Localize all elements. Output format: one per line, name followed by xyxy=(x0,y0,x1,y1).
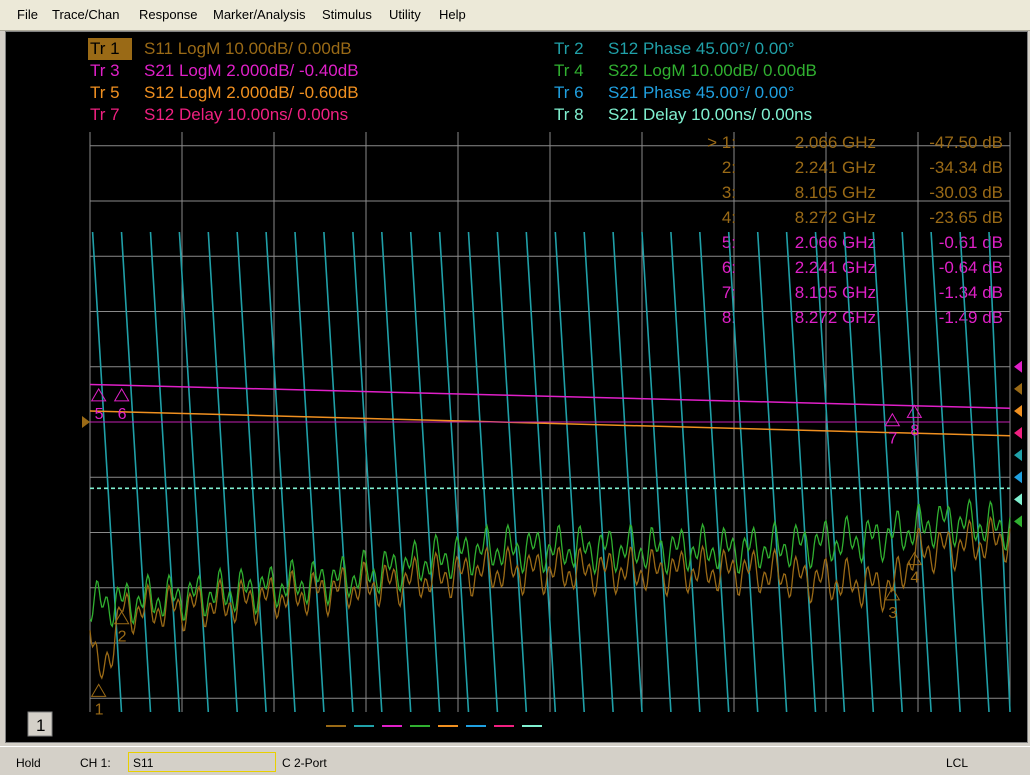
menu-trace-chan[interactable]: Trace/Chan xyxy=(52,7,119,22)
trace-ref-arrow-icon xyxy=(1014,471,1022,484)
trace-label: S21 LogM 2.000dB/ -0.40dB xyxy=(144,61,359,80)
trace-id: Tr 6 xyxy=(554,83,584,102)
trace-label: S21 Phase 45.00°/ 0.00° xyxy=(608,83,795,102)
start-frequency: >Ch1: Start 2.00000 GHz xyxy=(84,717,275,736)
menu-response[interactable]: Response xyxy=(139,7,198,22)
trace-label: S11 LogM 10.00dB/ 0.00dB xyxy=(144,39,352,58)
marker-table-freq: 8.105 GHz xyxy=(795,283,876,302)
status-lcl: LCL xyxy=(946,756,969,770)
status-hold: Hold xyxy=(16,756,41,770)
marker-table-freq: 2.241 GHz xyxy=(795,158,876,177)
marker-table-value: -0.61 dB xyxy=(939,233,1003,252)
plot-frame: 50.00 40.00 30.00 20.00 10.00 0.00 -10.00 -20.0… xyxy=(5,31,1028,743)
marker-8-icon xyxy=(906,404,923,418)
marker-table-freq: 2.066 GHz xyxy=(795,133,876,152)
menu-utility[interactable]: Utility xyxy=(389,7,421,22)
y-tick-label: 0.00 xyxy=(45,413,80,433)
trace-ref-arrow-icon xyxy=(1014,449,1022,462)
marker-table-value: -0.64 dB xyxy=(939,258,1003,277)
trace-ref-arrow-icon xyxy=(1014,515,1022,528)
trace-id: Tr 2 xyxy=(554,39,584,58)
marker-table-label: 2: xyxy=(722,158,736,177)
marker-table-value: -1.34 dB xyxy=(939,283,1003,302)
marker-table-freq: 2.241 GHz xyxy=(795,258,876,277)
trace-id: Tr 3 xyxy=(90,61,120,80)
marker-table-value: -30.03 dB xyxy=(929,183,1003,202)
y-tick-label: -20.00 xyxy=(29,523,80,543)
trace-id: Tr 5 xyxy=(90,83,120,102)
menu-stimulus[interactable]: Stimulus xyxy=(322,7,372,22)
status-parameter-box[interactable]: S11 xyxy=(128,752,276,772)
y-tick-label: -50.00 xyxy=(29,689,80,709)
status-bar: Hold CH 1: S11 C 2-Port LCL xyxy=(0,746,1030,775)
marker-table-freq: 8.272 GHz xyxy=(795,208,876,227)
menu-marker-analysis[interactable]: Marker/Analysis xyxy=(213,7,305,22)
marker-table-label: 6: xyxy=(722,258,736,277)
status-port-mode: C 2-Port xyxy=(282,756,327,770)
marker-table-freq: 2.066 GHz xyxy=(795,233,876,252)
marker-7-icon xyxy=(884,412,901,427)
marker-label: 2 xyxy=(118,629,127,646)
menu-bar: File Trace/Chan Response Marker/Analysis… xyxy=(0,0,1030,31)
marker-label: 8 xyxy=(910,422,919,439)
channel-number: 1 xyxy=(36,716,45,735)
marker-table-label: 4: xyxy=(722,208,736,227)
marker-table-label: 7: xyxy=(722,283,736,302)
marker-table-label: > 1: xyxy=(707,133,736,152)
y-tick-label: 40.00 xyxy=(35,192,80,212)
y-tick-label: -40.00 xyxy=(29,634,80,654)
marker-label: 6 xyxy=(118,406,127,423)
marker-table-freq: 8.272 GHz xyxy=(795,308,876,327)
marker-5-icon xyxy=(90,387,107,402)
marker-6-icon xyxy=(113,387,130,402)
phase-trace xyxy=(91,231,1011,713)
menu-file[interactable]: File xyxy=(17,7,38,22)
trace-ref-arrow-icon xyxy=(1014,427,1022,440)
marker-label: 4 xyxy=(910,570,919,587)
y-tick-label: -10.00 xyxy=(29,468,80,488)
marker-table-value: -47.50 dB xyxy=(929,133,1003,152)
y-tick-label: 30.00 xyxy=(35,247,80,267)
marker-1-icon xyxy=(90,683,107,697)
trace-label: S12 Phase 45.00°/ 0.00° xyxy=(608,39,795,58)
y-tick-label: 10.00 xyxy=(35,358,80,378)
trace-id: Tr 7 xyxy=(90,105,120,124)
marker-label: 1 xyxy=(95,701,104,718)
status-channel: CH 1: xyxy=(80,756,111,770)
marker-label: 3 xyxy=(888,605,897,622)
y-tick-label: 50.00 xyxy=(35,137,80,157)
trace-id: Tr 8 xyxy=(554,105,584,124)
marker-label: 7 xyxy=(888,431,897,448)
trace-id: Tr 1 xyxy=(90,39,120,58)
trace-label: S12 LogM 2.000dB/ -0.60dB xyxy=(144,83,359,102)
trace-label: S21 Delay 10.00ns/ 0.00ns xyxy=(608,105,812,124)
status-parameter: S11 xyxy=(133,756,154,770)
stop-frequency: Stop 9.00000 GHz xyxy=(872,717,1012,736)
marker-table-value: -34.34 dB xyxy=(929,158,1003,177)
trace-label: S22 LogM 10.00dB/ 0.00dB xyxy=(608,61,817,80)
trace-ref-arrow-icon xyxy=(1014,493,1022,506)
marker-table-value: -23.65 dB xyxy=(929,208,1003,227)
marker-table-label: 3: xyxy=(722,183,736,202)
y-tick-label: -30.00 xyxy=(29,579,80,599)
y-tick-label: 20.00 xyxy=(35,303,80,323)
marker-table-freq: 8.105 GHz xyxy=(795,183,876,202)
trace-ref-arrow-icon xyxy=(1014,404,1022,417)
trace-ref-arrow-icon xyxy=(1014,382,1022,395)
trace-ref-arrow-icon xyxy=(1014,360,1022,373)
marker-label: 5 xyxy=(95,406,104,423)
trace-chart[interactable]: 50.00 40.00 30.00 20.00 10.00 0.00 -10.00 -20.0… xyxy=(6,32,1027,742)
reference-arrow-icon xyxy=(82,416,90,428)
trace-id: Tr 4 xyxy=(554,61,584,80)
menu-help[interactable]: Help xyxy=(439,7,466,22)
trace-label: S12 Delay 10.00ns/ 0.00ns xyxy=(144,105,348,124)
